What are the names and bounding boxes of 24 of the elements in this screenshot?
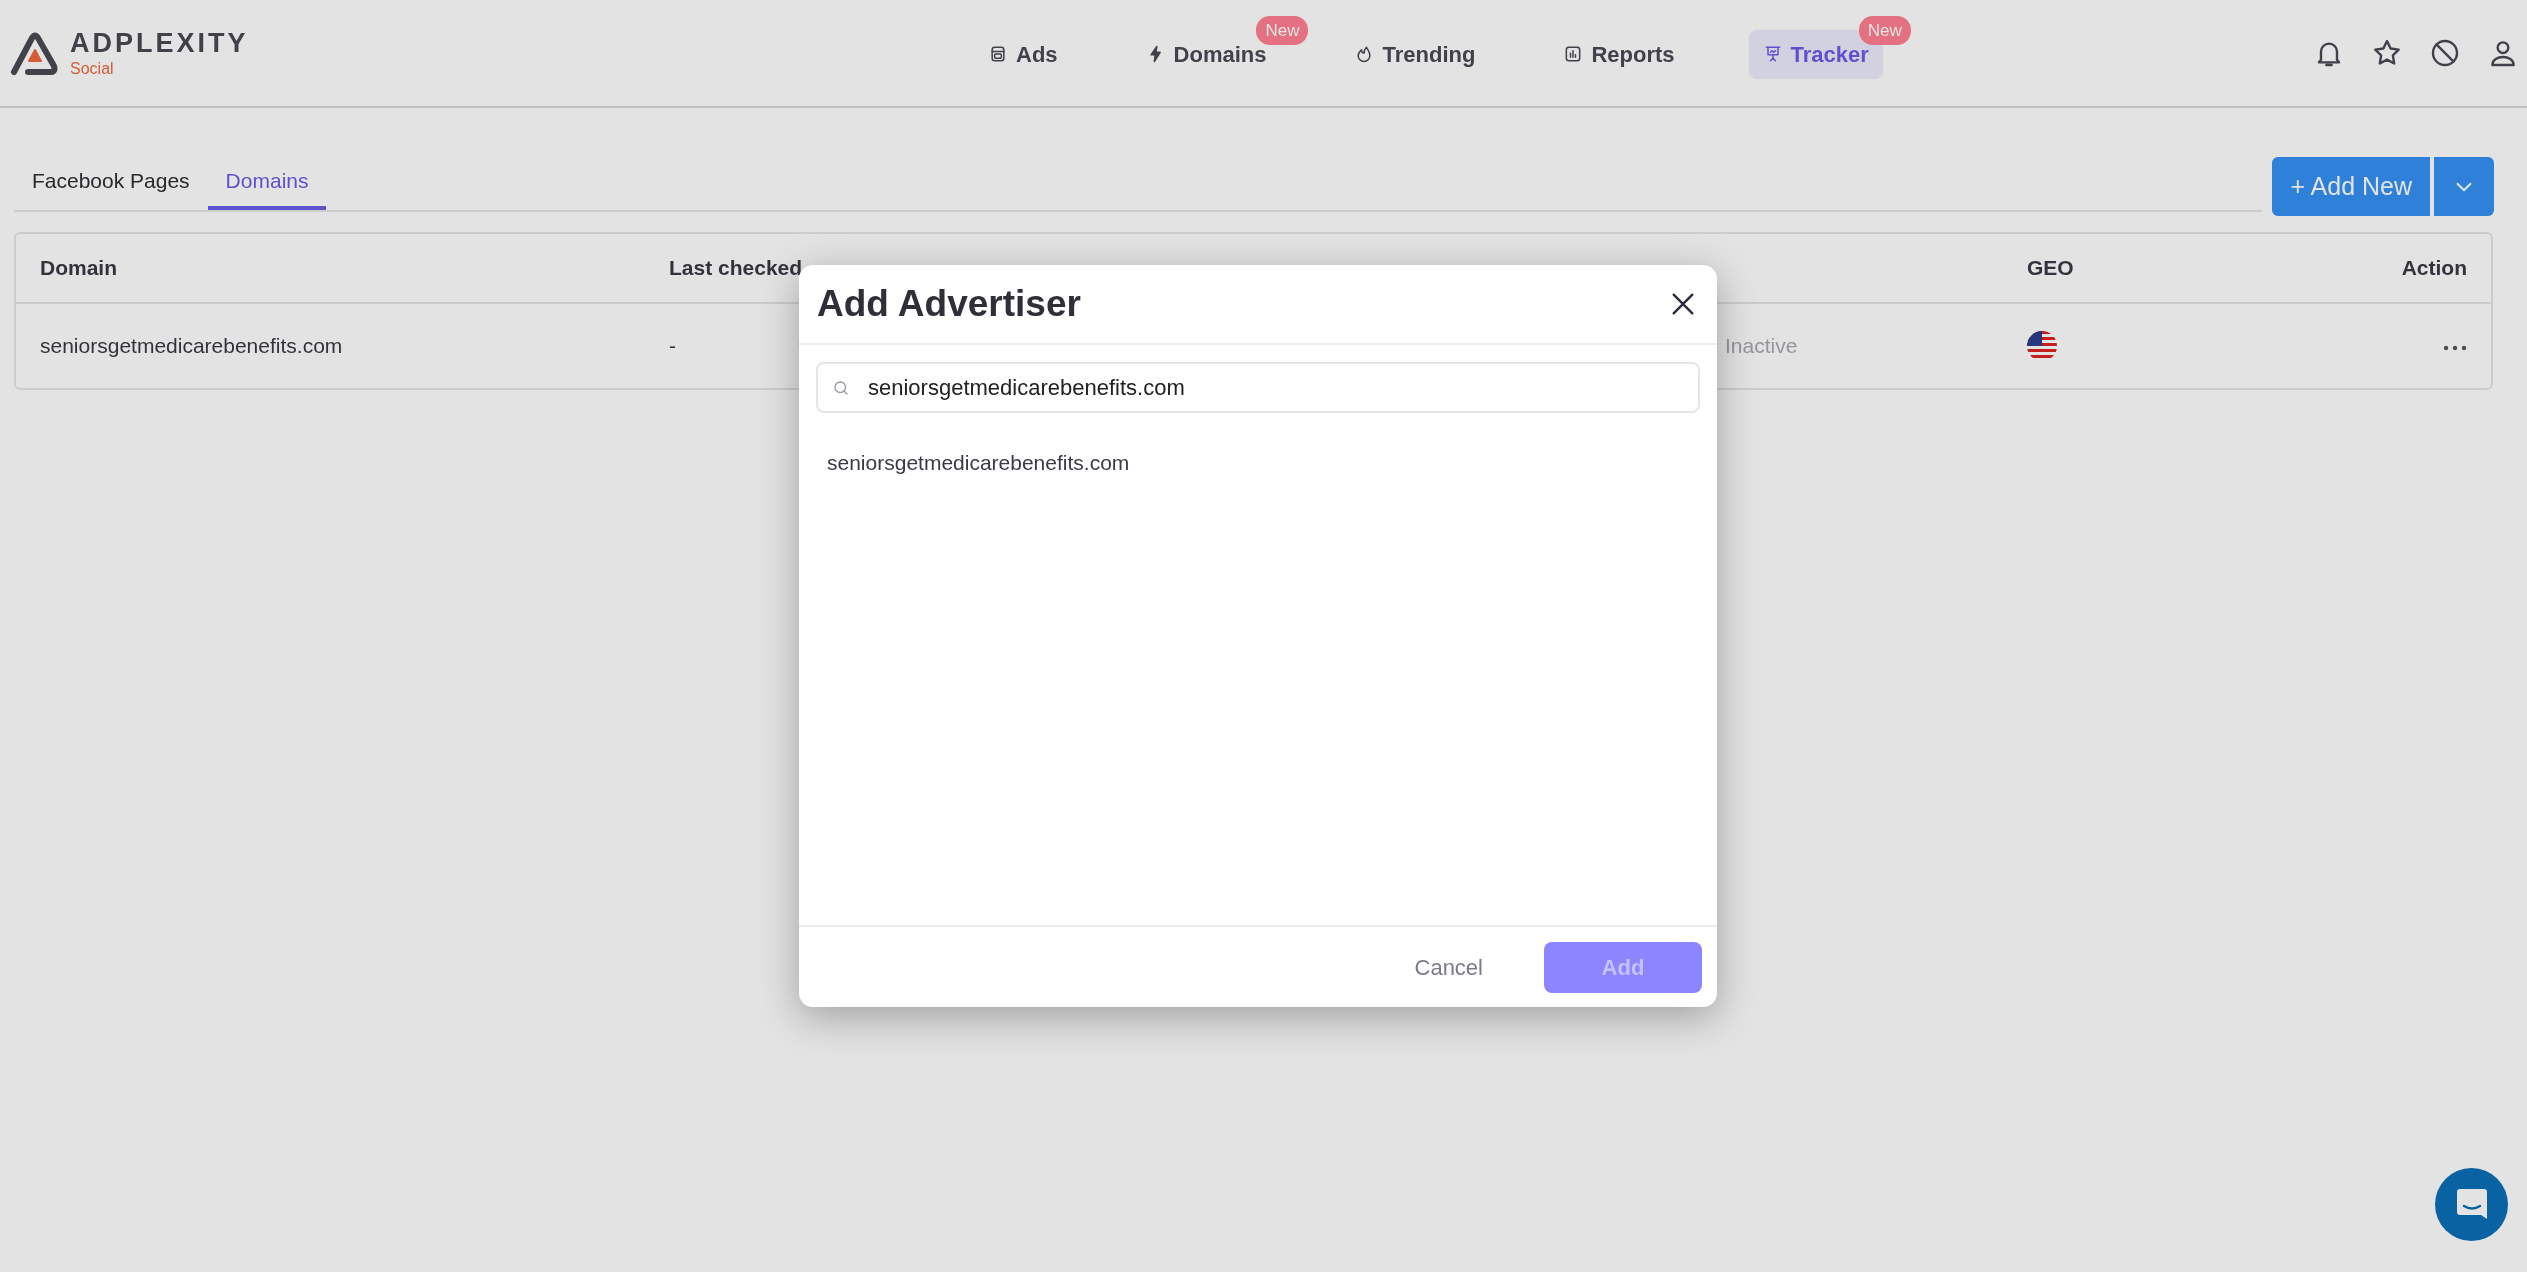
cancel-button[interactable]: Cancel: [1408, 949, 1489, 985]
new-badge: New: [1256, 15, 1309, 45]
nav-link[interactable]: Trending: [1340, 29, 1490, 79]
us-flag-icon: [2027, 331, 2057, 361]
column-header: Last checked: [669, 255, 803, 282]
tab[interactable]: Domains: [207, 158, 327, 210]
table-cell-text: -: [669, 333, 676, 360]
nav-link[interactable]: Ads: [974, 29, 1072, 79]
column-header: Domain: [40, 255, 117, 282]
table-cell-text: seniorsgetmedicarebenefits.com: [40, 333, 343, 360]
brand-name: ADPLEXITY: [70, 29, 249, 57]
column-header: Action: [2401, 255, 2467, 282]
tab[interactable]: Facebook Pages: [14, 158, 208, 210]
brand-tagline: Social: [70, 60, 115, 77]
status-text: Inactive: [1725, 333, 1798, 360]
more-icon[interactable]: [2443, 344, 2467, 351]
column-header: GEO: [2027, 255, 2074, 282]
new-badge: New: [1858, 15, 1911, 45]
ad-icon: [988, 44, 1008, 64]
modal-title: Add Advertiser: [817, 282, 1081, 327]
nav-link[interactable]: Reports: [1549, 29, 1689, 79]
search-field[interactable]: seniorsgetmedicarebenefits.com: [816, 362, 1700, 413]
block-icon[interactable]: [2429, 37, 2461, 69]
search-result[interactable]: seniorsgetmedicarebenefits.com: [827, 447, 1689, 479]
